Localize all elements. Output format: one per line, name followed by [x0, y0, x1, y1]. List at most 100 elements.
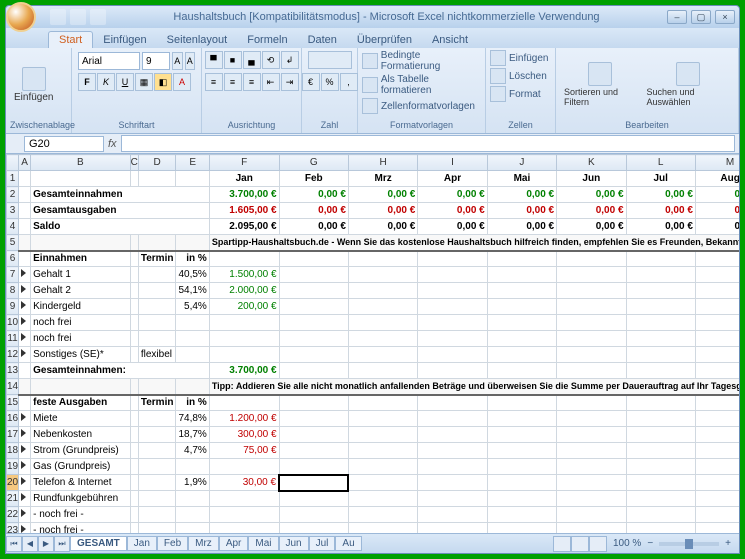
cell[interactable]	[279, 411, 348, 427]
cell[interactable]	[695, 251, 739, 267]
cell[interactable]: 0,00 €	[557, 187, 626, 203]
row-header[interactable]: 13	[7, 363, 19, 379]
cell[interactable]	[348, 475, 417, 491]
cell[interactable]	[176, 315, 209, 331]
cell[interactable]	[626, 491, 695, 507]
col-header[interactable]: B	[31, 155, 131, 171]
align-bot-button[interactable]: ▄	[243, 51, 261, 69]
cell[interactable]	[138, 443, 176, 459]
cell[interactable]	[176, 523, 209, 534]
cell[interactable]: Gesamteinnahmen	[31, 187, 210, 203]
sort-filter-button[interactable]: Sortieren und Filtern	[560, 60, 640, 109]
cell[interactable]: Gehalt 1	[31, 267, 131, 283]
cell[interactable]	[279, 507, 348, 523]
cell[interactable]	[418, 267, 487, 283]
find-select-button[interactable]: Suchen und Auswählen	[642, 60, 734, 109]
tab-start[interactable]: Start	[48, 31, 93, 48]
cell[interactable]	[138, 459, 176, 475]
cell[interactable]: 4,7%	[176, 443, 209, 459]
cell[interactable]: flexibel	[138, 347, 176, 363]
row-header[interactable]: 3	[7, 203, 19, 219]
cell[interactable]	[418, 507, 487, 523]
row-header[interactable]: 1	[7, 171, 19, 187]
cell[interactable]	[138, 411, 176, 427]
cell[interactable]	[130, 475, 138, 491]
cell[interactable]	[348, 299, 417, 315]
cell[interactable]: 0,00 €	[418, 219, 487, 235]
cell[interactable]	[130, 299, 138, 315]
cell[interactable]	[19, 411, 31, 427]
cell[interactable]	[279, 491, 348, 507]
sheet-tab-apr[interactable]: Apr	[219, 536, 249, 551]
cell[interactable]	[487, 267, 556, 283]
cell[interactable]	[138, 427, 176, 443]
cell[interactable]: 0,00 €	[557, 219, 626, 235]
cell[interactable]	[418, 363, 487, 379]
cell[interactable]	[19, 203, 31, 219]
font-size-select[interactable]	[142, 52, 170, 70]
row-header[interactable]: 12	[7, 347, 19, 363]
cell[interactable]	[487, 459, 556, 475]
cell[interactable]: Gesamtausgaben	[31, 203, 210, 219]
tab-formeln[interactable]: Formeln	[237, 32, 297, 48]
cell[interactable]	[487, 395, 556, 411]
zoom-level[interactable]: 100 %	[613, 538, 641, 549]
cell[interactable]	[19, 347, 31, 363]
zoom-in-button[interactable]: +	[725, 538, 731, 549]
cell[interactable]	[19, 443, 31, 459]
cell[interactable]	[176, 347, 209, 363]
cell[interactable]	[138, 331, 176, 347]
cell[interactable]	[348, 267, 417, 283]
cell[interactable]: in %	[176, 251, 209, 267]
cell[interactable]: 1.200,00 €	[209, 411, 279, 427]
cell[interactable]	[695, 395, 739, 411]
row-header[interactable]: 19	[7, 459, 19, 475]
cell[interactable]	[557, 427, 626, 443]
cell[interactable]: Nebenkosten	[31, 427, 131, 443]
cell[interactable]: 2.095,00 €	[209, 219, 279, 235]
cell[interactable]: 0,00 €	[279, 219, 348, 235]
cell[interactable]	[176, 379, 209, 395]
align-top-button[interactable]: ▀	[205, 51, 223, 69]
cell[interactable]	[19, 459, 31, 475]
col-header[interactable]: K	[557, 155, 626, 171]
cell[interactable]: 0,00 €	[348, 219, 417, 235]
cell[interactable]: Gehalt 2	[31, 283, 131, 299]
cell[interactable]	[418, 347, 487, 363]
cell[interactable]	[209, 331, 279, 347]
cell[interactable]	[348, 443, 417, 459]
sheet-tab-jan[interactable]: Jan	[127, 536, 157, 551]
cell[interactable]	[626, 523, 695, 534]
sheet-tab-au[interactable]: Au	[335, 536, 361, 551]
cell[interactable]: Jun	[557, 171, 626, 187]
border-button[interactable]: ▦	[135, 73, 153, 91]
cell[interactable]	[695, 475, 739, 491]
cell[interactable]: 0,00 €	[695, 219, 739, 235]
cell[interactable]	[31, 171, 131, 187]
cell[interactable]	[626, 283, 695, 299]
cell[interactable]	[130, 523, 138, 534]
cell[interactable]	[176, 507, 209, 523]
cell[interactable]	[487, 507, 556, 523]
spreadsheet-grid[interactable]: ABCDEFGHIJKLMN1JanFebMrzAprMaiJunJulAugS…	[6, 154, 739, 533]
cell[interactable]	[487, 411, 556, 427]
sheet-first-button[interactable]: ⏮	[6, 536, 22, 552]
row-header[interactable]	[7, 155, 19, 171]
cell[interactable]	[31, 379, 131, 395]
font-name-select[interactable]	[78, 52, 140, 70]
cell[interactable]	[279, 283, 348, 299]
sheet-tab-jun[interactable]: Jun	[279, 536, 309, 551]
cell[interactable]	[695, 491, 739, 507]
cell[interactable]	[348, 315, 417, 331]
row-header[interactable]: 18	[7, 443, 19, 459]
tab-einfügen[interactable]: Einfügen	[93, 32, 156, 48]
sheet-next-button[interactable]: ▶	[38, 536, 54, 552]
cell[interactable]: 0,00 €	[557, 203, 626, 219]
cell[interactable]: 5,4%	[176, 299, 209, 315]
cell[interactable]: Termin	[138, 395, 176, 411]
cell[interactable]	[279, 443, 348, 459]
cell[interactable]	[348, 251, 417, 267]
cell[interactable]	[418, 411, 487, 427]
cell[interactable]: Gas (Grundpreis)	[31, 459, 131, 475]
cell[interactable]	[19, 491, 31, 507]
